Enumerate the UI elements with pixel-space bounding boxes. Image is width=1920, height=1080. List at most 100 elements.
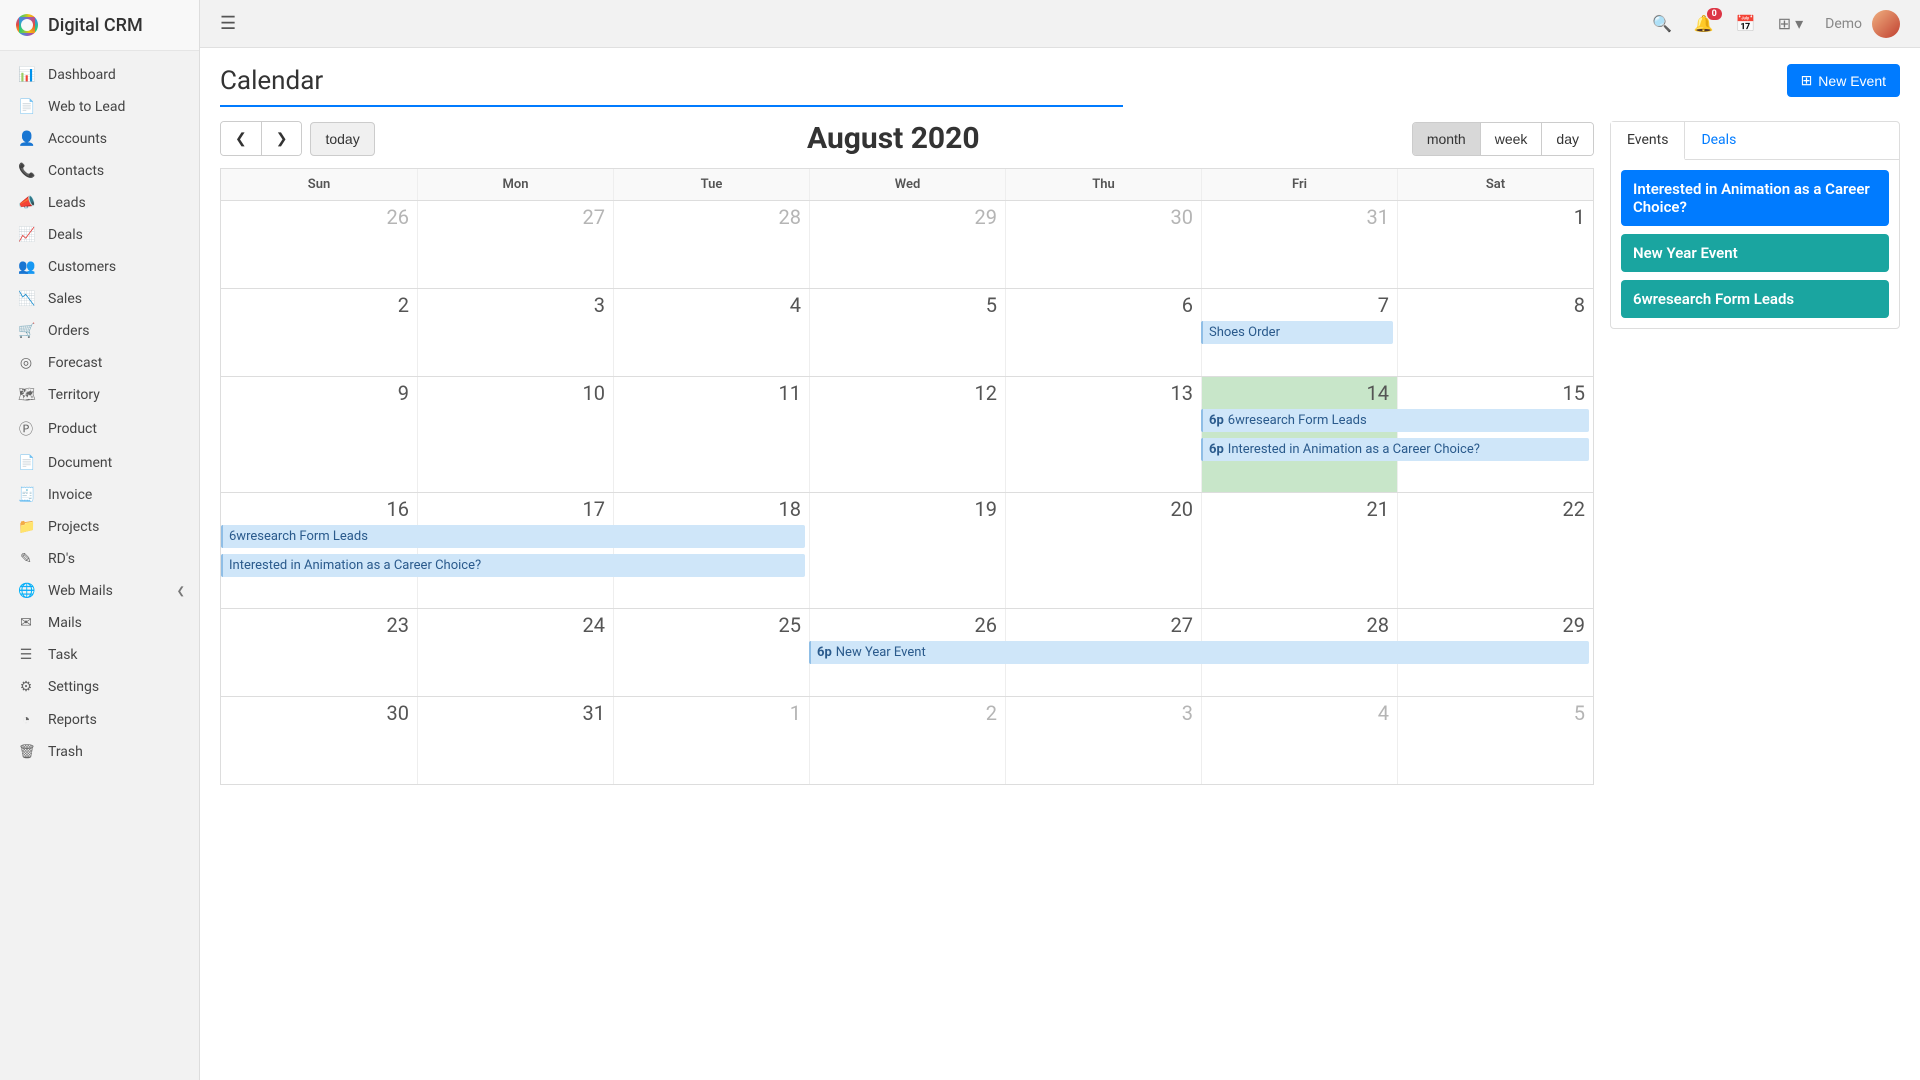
calendar-title: August 2020: [375, 121, 1412, 156]
day-cell[interactable]: 24: [417, 609, 613, 667]
day-cell[interactable]: 2: [221, 289, 417, 347]
nav-label: Customers: [48, 259, 116, 275]
day-cell[interactable]: 5: [1397, 697, 1593, 755]
calendar-event[interactable]: 6wresearch Form Leads: [221, 525, 805, 548]
sidebar-item-customers[interactable]: 👥 Customers: [0, 251, 199, 283]
nav-label: Dashboard: [48, 67, 116, 83]
day-cell[interactable]: 12: [809, 377, 1005, 435]
day-cell[interactable]: 4: [613, 289, 809, 347]
side-panel: Events Deals Interested in Animation as …: [1610, 121, 1900, 329]
nav-icon: 📊: [18, 67, 34, 83]
sidebar-item-leads[interactable]: 📣Leads: [0, 187, 199, 219]
sidebar-item-projects[interactable]: 📁Projects: [0, 511, 199, 543]
day-cell[interactable]: 9: [221, 377, 417, 435]
next-button[interactable]: ❯: [261, 122, 302, 155]
day-cell[interactable]: 2: [809, 697, 1005, 755]
search-icon[interactable]: 🔍: [1652, 14, 1672, 33]
nav-icon: ☰: [18, 647, 34, 663]
new-event-button[interactable]: ⊞ New Event: [1787, 64, 1900, 97]
prev-button[interactable]: ❮: [221, 122, 261, 155]
day-cell[interactable]: 30: [221, 697, 417, 755]
day-cell[interactable]: 3: [417, 289, 613, 347]
day-header: Sat: [1397, 169, 1593, 200]
day-cell[interactable]: 21: [1201, 493, 1397, 551]
nav-label: Reports: [48, 712, 97, 728]
today-button[interactable]: today: [310, 122, 374, 156]
nav-label: Deals: [48, 227, 83, 243]
view-month-button[interactable]: month: [1413, 123, 1480, 155]
sidebar-item-trash[interactable]: 🗑Trash: [0, 736, 199, 768]
calendar-icon[interactable]: 📅: [1736, 14, 1756, 33]
brand[interactable]: Digital CRM: [0, 0, 199, 51]
sidebar-item-orders[interactable]: 🛒Orders: [0, 315, 199, 347]
sidebar: Digital CRM 📊 Dashboard 📄Web to Lead👤Accou…: [0, 0, 200, 1080]
day-cell[interactable]: 1: [1397, 201, 1593, 259]
nav-icon: 🗺: [18, 387, 34, 403]
sidebar-item-contacts[interactable]: 📞Contacts: [0, 155, 199, 187]
user-menu[interactable]: Demo: [1825, 10, 1900, 38]
event-card[interactable]: Interested in Animation as a Career Choi…: [1621, 170, 1889, 226]
day-cell[interactable]: 6: [1005, 289, 1201, 347]
sidebar-item-task[interactable]: ☰Task: [0, 639, 199, 671]
day-cell[interactable]: 4: [1201, 697, 1397, 755]
day-cell[interactable]: 27: [417, 201, 613, 259]
day-cell[interactable]: 13: [1005, 377, 1201, 435]
day-cell[interactable]: 5: [809, 289, 1005, 347]
page-title: Calendar: [220, 66, 323, 96]
nav-icon: 📣: [18, 195, 34, 211]
sidebar-item-territory[interactable]: 🗺Territory: [0, 379, 199, 411]
sidebar-item-dashboard[interactable]: 📊 Dashboard: [0, 59, 199, 91]
day-cell[interactable]: 19: [809, 493, 1005, 551]
tab-deals[interactable]: Deals: [1685, 122, 1752, 159]
event-card[interactable]: 6wresearch Form Leads: [1621, 280, 1889, 318]
day-cell[interactable]: 1: [613, 697, 809, 755]
calendar-toolbar: ❮ ❯ today August 2020 month week day: [220, 121, 1594, 156]
sidebar-item-document[interactable]: 📄Document: [0, 447, 199, 479]
nav-icon: ⚙: [18, 679, 34, 695]
calendar-event[interactable]: Shoes Order: [1201, 321, 1393, 344]
calendar-event[interactable]: 6pNew Year Event: [809, 641, 1589, 664]
sidebar-item-sales[interactable]: 📉Sales: [0, 283, 199, 315]
day-cell[interactable]: 3: [1005, 697, 1201, 755]
sidebar-item-invoice[interactable]: 🧾Invoice: [0, 479, 199, 511]
event-card[interactable]: New Year Event: [1621, 234, 1889, 272]
new-event-label: New Event: [1818, 73, 1886, 89]
view-day-button[interactable]: day: [1541, 123, 1593, 155]
sidebar-item-forecast[interactable]: ◎Forecast: [0, 347, 199, 379]
nav-icon: 📞: [18, 163, 34, 179]
day-cell[interactable]: 31: [417, 697, 613, 755]
day-cell[interactable]: 20: [1005, 493, 1201, 551]
view-week-button[interactable]: week: [1480, 123, 1542, 155]
sidebar-item-web-to-lead[interactable]: 📄Web to Lead: [0, 91, 199, 123]
day-cell[interactable]: 29: [809, 201, 1005, 259]
sidebar-item-reports[interactable]: ◔Reports: [0, 703, 199, 736]
sidebar-item-deals[interactable]: 📈Deals: [0, 219, 199, 251]
nav-icon: ◎: [18, 355, 34, 371]
sidebar-item-mails[interactable]: ✉Mails: [0, 607, 199, 639]
tab-events[interactable]: Events: [1611, 122, 1685, 160]
sidebar-item-rd-s[interactable]: ✎RD's: [0, 543, 199, 575]
day-cell[interactable]: 23: [221, 609, 417, 667]
day-cell[interactable]: 10: [417, 377, 613, 435]
hamburger-icon[interactable]: ☰: [220, 13, 236, 34]
calendar-grid: SunMonTueWedThuFriSat 262728293031123456…: [220, 168, 1594, 785]
calendar-event[interactable]: 6p6wresearch Form Leads: [1201, 409, 1589, 432]
nav-icon: 👥: [18, 259, 34, 275]
calendar-event[interactable]: Interested in Animation as a Career Choi…: [221, 554, 805, 577]
day-cell[interactable]: 11: [613, 377, 809, 435]
day-cell[interactable]: 22: [1397, 493, 1593, 551]
day-cell[interactable]: 28: [613, 201, 809, 259]
sidebar-item-web-mails[interactable]: 🌐Web Mails❮: [0, 575, 199, 607]
sidebar-item-product[interactable]: ⓅProduct: [0, 411, 199, 447]
day-cell[interactable]: 26: [221, 201, 417, 259]
sidebar-item-accounts[interactable]: 👤Accounts: [0, 123, 199, 155]
plus-menu-icon[interactable]: ⊞ ▾: [1778, 14, 1803, 33]
day-cell[interactable]: 8: [1397, 289, 1593, 347]
day-cell[interactable]: 30: [1005, 201, 1201, 259]
day-cell[interactable]: 31: [1201, 201, 1397, 259]
calendar-event[interactable]: 6pInterested in Animation as a Career Ch…: [1201, 438, 1589, 461]
sidebar-item-settings[interactable]: ⚙Settings: [0, 671, 199, 703]
bell-icon[interactable]: 🔔0: [1694, 14, 1714, 33]
nav-label: Orders: [48, 323, 90, 339]
day-cell[interactable]: 25: [613, 609, 809, 667]
